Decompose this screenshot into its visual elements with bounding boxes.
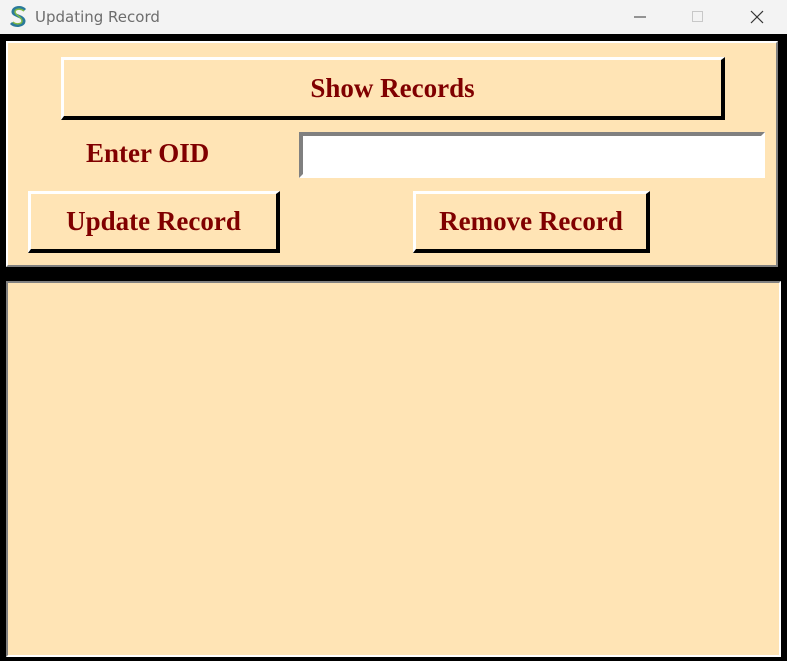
control-panel: Show Records Enter OID Update Record Rem…: [6, 41, 778, 267]
title-bar[interactable]: Updating Record: [0, 0, 787, 34]
close-icon: [750, 10, 764, 24]
records-display-area[interactable]: [6, 281, 781, 657]
maximize-button[interactable]: [669, 0, 727, 34]
update-record-button[interactable]: Update Record: [28, 191, 280, 253]
show-records-button[interactable]: Show Records: [61, 57, 725, 120]
oid-input[interactable]: [299, 132, 765, 178]
remove-record-button[interactable]: Remove Record: [413, 191, 650, 253]
window-title: Updating Record: [35, 8, 160, 26]
app-window: Updating Record Show Records Enter OID U…: [0, 0, 787, 661]
minimize-button[interactable]: [611, 0, 669, 34]
close-button[interactable]: [728, 0, 786, 34]
s-logo-icon: [9, 6, 27, 27]
oid-label: Enter OID: [86, 138, 210, 168]
minimize-icon: [634, 16, 646, 18]
maximize-icon: [692, 11, 703, 22]
